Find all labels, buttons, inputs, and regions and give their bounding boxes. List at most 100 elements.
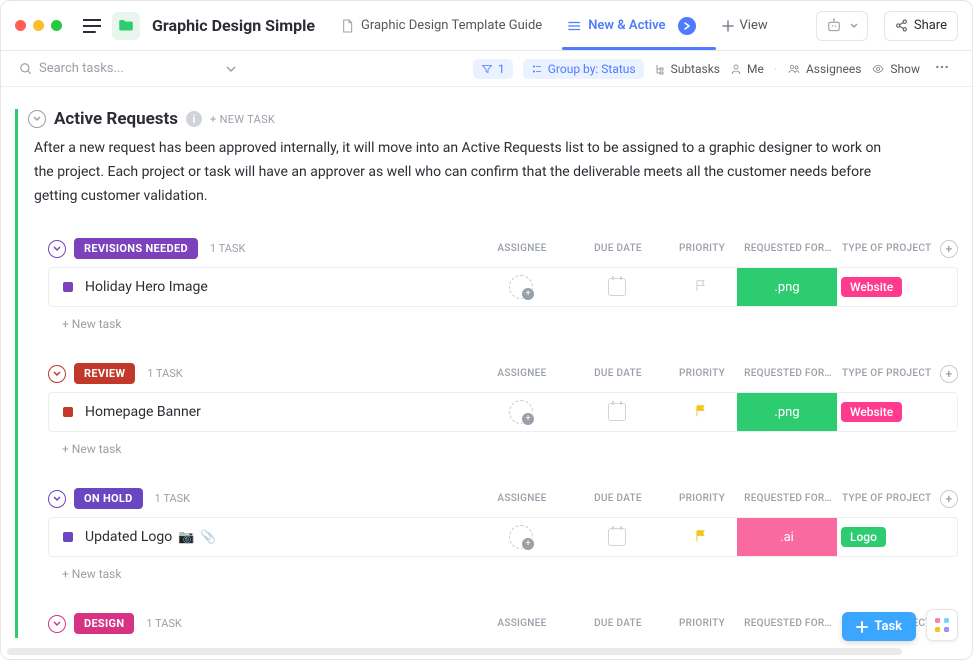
groupby-pill[interactable]: Group by: Status — [523, 59, 644, 79]
search-icon — [19, 62, 33, 76]
col-type[interactable]: TYPE OF PROJECT — [838, 243, 934, 254]
type-badge[interactable]: Website — [841, 402, 902, 422]
add-column-button[interactable]: + — [940, 490, 958, 508]
priority-flag-icon[interactable] — [694, 528, 708, 547]
assignee-placeholder[interactable] — [509, 275, 533, 299]
col-due[interactable]: DUE DATE — [570, 618, 666, 629]
col-due[interactable]: DUE DATE — [570, 368, 666, 379]
col-assignee[interactable]: ASSIGNEE — [474, 493, 570, 504]
me-button[interactable]: Me — [730, 62, 764, 76]
status-chip[interactable]: DESIGN — [74, 613, 134, 634]
collapse-section-icon[interactable] — [28, 110, 46, 128]
menu-icon[interactable] — [80, 14, 104, 38]
maximize-window-icon[interactable] — [51, 20, 62, 31]
date-placeholder[interactable] — [608, 528, 626, 546]
close-window-icon[interactable] — [15, 20, 26, 31]
date-placeholder[interactable] — [608, 278, 626, 296]
apps-button[interactable] — [926, 609, 958, 641]
status-group: REVISIONS NEEDED 1 TASK ASSIGNEE DUE DAT… — [48, 234, 958, 331]
more-icon[interactable] — [930, 59, 954, 78]
add-column-button[interactable]: + — [940, 240, 958, 258]
col-format[interactable]: REQUESTED FOR… — [738, 243, 838, 254]
new-task-fab[interactable]: Task — [842, 612, 916, 641]
people-icon — [787, 63, 801, 75]
search-input[interactable] — [39, 61, 179, 76]
share-label: Share — [914, 18, 947, 33]
task-row[interactable]: Holiday Hero Image .png Website — [48, 267, 958, 307]
col-priority[interactable]: PRIORITY — [666, 368, 738, 379]
collapse-group-icon[interactable] — [48, 365, 66, 383]
window-controls — [15, 20, 62, 31]
add-column-button[interactable]: + — [940, 365, 958, 383]
assignee-placeholder[interactable] — [509, 525, 533, 549]
assignees-label: Assignees — [806, 62, 861, 76]
date-placeholder[interactable] — [608, 403, 626, 421]
share-button[interactable]: Share — [884, 11, 958, 41]
col-priority[interactable]: PRIORITY — [666, 493, 738, 504]
search-container — [19, 61, 237, 76]
col-due[interactable]: DUE DATE — [570, 243, 666, 254]
doc-link[interactable]: Graphic Design Template Guide — [339, 18, 542, 34]
emoji-icon: 📷 — [178, 530, 194, 545]
add-view-button[interactable]: View — [722, 18, 768, 33]
task-row[interactable]: Updated Logo 📷 📎 .ai Logo — [48, 517, 958, 557]
col-assignee[interactable]: ASSIGNEE — [474, 243, 570, 254]
show-label: Show — [890, 62, 920, 76]
chevron-down-icon[interactable] — [225, 63, 237, 75]
task-count: 1 TASK — [146, 617, 181, 630]
format-cell[interactable]: .ai — [737, 518, 837, 556]
status-square-icon[interactable] — [63, 407, 73, 417]
topbar: Graphic Design Simple Graphic Design Tem… — [1, 1, 972, 51]
group-header: ON HOLD 1 TASK ASSIGNEE DUE DATE PRIORIT… — [48, 484, 958, 513]
type-badge[interactable]: Website — [841, 277, 902, 297]
col-format[interactable]: REQUESTED FOR… — [738, 493, 838, 504]
col-due[interactable]: DUE DATE — [570, 493, 666, 504]
subtasks-label: Subtasks — [671, 62, 720, 76]
col-format[interactable]: REQUESTED FOR… — [738, 368, 838, 379]
subtasks-button[interactable]: Subtasks — [654, 62, 720, 76]
tab-caret-icon[interactable] — [678, 17, 696, 35]
automation-button[interactable] — [816, 11, 868, 41]
assignee-placeholder[interactable] — [509, 400, 533, 424]
status-square-icon[interactable] — [63, 532, 73, 542]
priority-flag-icon[interactable] — [694, 278, 708, 297]
collapse-group-icon[interactable] — [48, 490, 66, 508]
folder-icon[interactable] — [112, 12, 140, 40]
col-type[interactable]: TYPE OF PROJECT — [838, 493, 934, 504]
assignees-button[interactable]: Assignees — [787, 62, 861, 76]
horizontal-scrollbar[interactable] — [7, 648, 902, 655]
priority-flag-icon[interactable] — [694, 403, 708, 422]
collapse-group-icon[interactable] — [48, 615, 66, 633]
filter-pill[interactable]: 1 — [473, 59, 513, 79]
fab-label: Task — [874, 619, 902, 634]
col-assignee[interactable]: ASSIGNEE — [474, 618, 570, 629]
section-header: Active Requests i + NEW TASK — [28, 109, 958, 129]
group-header: REVISIONS NEEDED 1 TASK ASSIGNEE DUE DAT… — [48, 234, 958, 263]
show-button[interactable]: Show — [871, 62, 920, 76]
collapse-group-icon[interactable] — [48, 240, 66, 258]
doc-link-label: Graphic Design Template Guide — [361, 18, 542, 33]
new-task-button[interactable]: + New task — [62, 442, 958, 456]
group-icon — [531, 63, 543, 75]
col-priority[interactable]: PRIORITY — [666, 618, 738, 629]
minimize-window-icon[interactable] — [33, 20, 44, 31]
attachment-icon[interactable]: 📎 — [200, 530, 216, 545]
content-area[interactable]: Active Requests i + NEW TASK After a new… — [1, 87, 972, 645]
tab-new-active[interactable]: New & Active — [568, 3, 695, 49]
status-chip[interactable]: REVISIONS NEEDED — [74, 238, 198, 259]
status-chip[interactable]: ON HOLD — [74, 488, 143, 509]
new-task-button[interactable]: + New task — [62, 567, 958, 581]
new-task-button[interactable]: + New task — [62, 317, 958, 331]
format-cell[interactable]: .png — [737, 268, 837, 306]
info-icon[interactable]: i — [186, 111, 202, 127]
status-chip[interactable]: REVIEW — [74, 363, 135, 384]
format-cell[interactable]: .png — [737, 393, 837, 431]
status-square-icon[interactable] — [63, 282, 73, 292]
col-priority[interactable]: PRIORITY — [666, 243, 738, 254]
col-format[interactable]: REQUESTED FOR… — [738, 618, 838, 629]
col-assignee[interactable]: ASSIGNEE — [474, 368, 570, 379]
type-badge[interactable]: Logo — [841, 527, 886, 547]
task-row[interactable]: Homepage Banner .png Website — [48, 392, 958, 432]
col-type[interactable]: TYPE OF PROJECT — [838, 368, 934, 379]
new-task-section-button[interactable]: + NEW TASK — [210, 113, 275, 126]
